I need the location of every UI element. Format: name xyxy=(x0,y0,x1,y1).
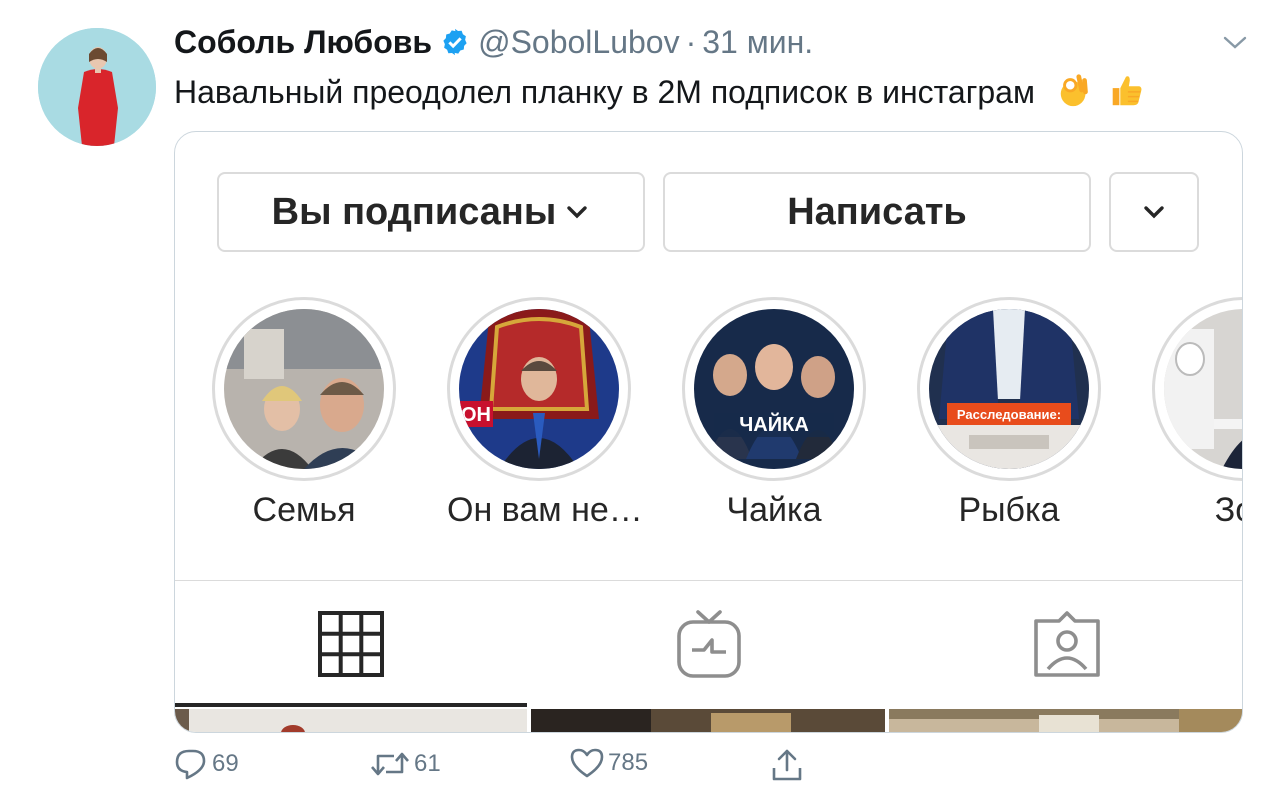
chevron-down-icon xyxy=(567,206,588,219)
grid-icon xyxy=(318,611,384,677)
story-highlights: Семья ОН Он вам не… ЧАЙКА Чайка Расследо… xyxy=(175,297,1242,537)
highlight-rybka[interactable]: Расследование: Рыбка xyxy=(917,297,1101,530)
author-handle[interactable]: @SobolLubov xyxy=(478,24,680,61)
thumbs-up-emoji xyxy=(1112,76,1142,106)
highlight-thumbnail: ЧАЙКА xyxy=(694,309,854,469)
svg-text:ОН: ОН xyxy=(461,404,491,426)
share-button[interactable] xyxy=(770,748,808,782)
highlight-label: Он вам не… xyxy=(447,491,643,529)
tweet-time[interactable]: 31 мин. xyxy=(702,24,813,61)
like-count: 785 xyxy=(608,749,649,776)
ok-hand-emoji xyxy=(1060,74,1088,107)
author-name[interactable]: Соболь Любовь xyxy=(174,24,432,61)
separator-dot: · xyxy=(685,23,697,60)
tab-posts-grid[interactable] xyxy=(175,581,527,707)
post-thumbnail[interactable] xyxy=(531,709,885,733)
tweet-header: Соболь Любовь @SobolLubov · 31 мин. xyxy=(174,22,813,62)
heart-icon xyxy=(570,748,604,778)
reply-count: 69 xyxy=(212,750,239,777)
chevron-down-icon xyxy=(1144,206,1164,219)
author-avatar[interactable] xyxy=(38,28,156,146)
verified-badge-icon xyxy=(443,28,467,56)
highlight-chaika[interactable]: ЧАЙКА Чайка xyxy=(682,297,866,530)
message-button[interactable]: Написать xyxy=(663,172,1091,252)
retweet-count: 61 xyxy=(414,750,441,777)
highlight-zol[interactable]: Зол xyxy=(1152,297,1242,530)
retweet-button[interactable]: 61 xyxy=(370,748,441,780)
highlight-thumbnail xyxy=(1164,309,1242,469)
tagged-icon xyxy=(1034,611,1100,677)
reply-icon xyxy=(175,749,206,780)
profile-tabs xyxy=(175,581,1242,707)
like-button[interactable]: 785 xyxy=(570,748,648,778)
igtv-icon xyxy=(677,610,741,678)
post-thumbnail[interactable] xyxy=(889,709,1243,733)
highlight-label: Рыбка xyxy=(958,491,1060,529)
tweet-actions: 69 61 785 xyxy=(174,748,874,788)
avatar-image xyxy=(38,28,156,146)
embedded-image-card[interactable]: Вы подписаны Написать Семья ОН Он вам не… xyxy=(174,131,1243,733)
following-button-label: Вы подписаны xyxy=(271,190,557,233)
active-tab-indicator xyxy=(175,703,527,707)
post-thumbnail[interactable] xyxy=(175,709,527,733)
svg-text:Расследование:: Расследование: xyxy=(957,407,1061,422)
svg-text:ЧАЙКА: ЧАЙКА xyxy=(739,412,809,436)
share-icon xyxy=(772,749,802,781)
highlight-on-vam-ne[interactable]: ОН Он вам не… xyxy=(447,297,643,530)
highlight-family[interactable]: Семья xyxy=(212,297,396,530)
retweet-icon xyxy=(371,752,409,776)
tab-igtv[interactable] xyxy=(527,581,891,707)
chevron-down-icon[interactable] xyxy=(1220,30,1250,54)
suggested-dropdown-button[interactable] xyxy=(1109,172,1199,252)
message-button-label: Написать xyxy=(787,190,967,233)
highlight-thumbnail: ОН xyxy=(459,309,619,469)
highlight-thumbnail: Расследование: xyxy=(929,309,1089,469)
tweet-body: Навальный преодолел планку в 2М подписок… xyxy=(174,74,1035,110)
tab-tagged[interactable] xyxy=(891,581,1242,707)
highlight-thumbnail xyxy=(224,309,384,469)
highlight-label: Семья xyxy=(252,491,356,529)
highlight-label: Чайка xyxy=(726,491,822,529)
highlight-label: Зол xyxy=(1214,491,1242,529)
following-button[interactable]: Вы подписаны xyxy=(217,172,645,252)
tweet-text: Навальный преодолел планку в 2М подписок… xyxy=(174,70,1145,114)
reply-button[interactable]: 69 xyxy=(174,748,239,780)
